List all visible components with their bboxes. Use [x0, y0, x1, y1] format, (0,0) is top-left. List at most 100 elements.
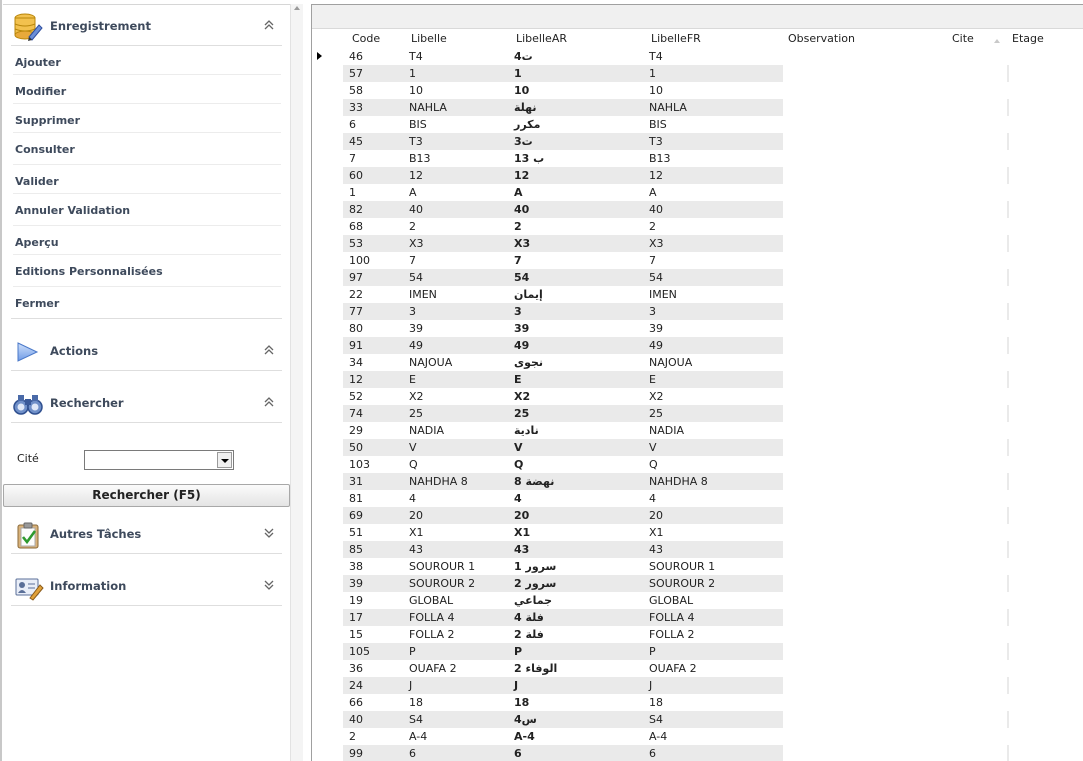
- cell-code[interactable]: 51: [349, 526, 363, 539]
- cell-libelle[interactable]: 1: [409, 67, 416, 80]
- row-indicator[interactable]: [312, 201, 343, 218]
- menu-item-supprimer[interactable]: Supprimer: [15, 114, 80, 127]
- table-row[interactable]: 99 6 6 6: [312, 745, 1083, 761]
- cell-libelle[interactable]: 3: [409, 305, 416, 318]
- row-indicator[interactable]: [312, 82, 343, 99]
- cell-libellear[interactable]: 43: [514, 543, 529, 556]
- cell-code[interactable]: 46: [349, 50, 363, 63]
- cell-libellefr[interactable]: 2: [649, 220, 656, 233]
- cell-libellear[interactable]: ت4: [514, 50, 533, 63]
- cell-libellear[interactable]: 54: [514, 271, 529, 284]
- row-indicator[interactable]: [312, 133, 343, 150]
- cell-libellefr[interactable]: V: [649, 441, 657, 454]
- table-row[interactable]: 69 20 20 20: [312, 507, 1083, 524]
- cell-libelle[interactable]: 18: [409, 696, 423, 709]
- table-row[interactable]: 38 SOUROUR 1 سرور 1 SOUROUR 1: [312, 558, 1083, 575]
- cell-libelle[interactable]: NADIA: [409, 424, 444, 437]
- cell-libelle[interactable]: Q: [409, 458, 418, 471]
- cell-libellear[interactable]: J: [514, 679, 518, 692]
- cell-libellear[interactable]: 20: [514, 509, 529, 522]
- cell-libellear[interactable]: الوفاء 2: [514, 662, 557, 675]
- table-row[interactable]: 33 NAHLA نهلة NAHLA: [312, 99, 1083, 116]
- cell-libellefr[interactable]: NAHLA: [649, 101, 687, 114]
- cell-code[interactable]: 1: [349, 186, 356, 199]
- table-row[interactable]: 82 40 40 40: [312, 201, 1083, 218]
- cell-libelle[interactable]: 40: [409, 203, 423, 216]
- cell-libellear[interactable]: 3: [514, 305, 522, 318]
- cell-code[interactable]: 29: [349, 424, 363, 437]
- cell-code[interactable]: 34: [349, 356, 363, 369]
- cell-libellefr[interactable]: OUAFA 2: [649, 662, 697, 675]
- cell-code[interactable]: 52: [349, 390, 363, 403]
- row-indicator[interactable]: [312, 303, 343, 320]
- cell-libelle[interactable]: J: [409, 679, 412, 692]
- combo-dropdown-button[interactable]: [217, 452, 232, 468]
- row-indicator[interactable]: [312, 626, 343, 643]
- menu-item-consulter[interactable]: Consulter: [15, 143, 75, 156]
- table-row[interactable]: 40 S4 س4 S4: [312, 711, 1083, 728]
- cell-libelle[interactable]: 54: [409, 271, 423, 284]
- cell-libelle[interactable]: NAHLA: [409, 101, 447, 114]
- table-row[interactable]: 68 2 2 2: [312, 218, 1083, 235]
- table-row[interactable]: 2 A-4 A-4 A-4: [312, 728, 1083, 745]
- cell-libellear[interactable]: E: [514, 373, 522, 386]
- cell-libellefr[interactable]: FOLLA 4: [649, 611, 695, 624]
- cell-code[interactable]: 74: [349, 407, 363, 420]
- row-indicator[interactable]: [312, 728, 343, 745]
- table-row[interactable]: 45 T3 ت3 T3: [312, 133, 1083, 150]
- cell-libelle[interactable]: FOLLA 4: [409, 611, 455, 624]
- table-row[interactable]: 58 10 10 10: [312, 82, 1083, 99]
- cell-libelle[interactable]: GLOBAL: [409, 594, 453, 607]
- cell-libellear[interactable]: فلة 2: [514, 628, 544, 641]
- cell-libellear[interactable]: Q: [514, 458, 523, 471]
- table-row[interactable]: 17 FOLLA 4 فلة 4 FOLLA 4: [312, 609, 1083, 626]
- row-indicator[interactable]: [312, 439, 343, 456]
- cell-libellear[interactable]: V: [514, 441, 523, 454]
- row-indicator[interactable]: [312, 320, 343, 337]
- row-indicator[interactable]: [312, 150, 343, 167]
- cell-libelle[interactable]: A: [409, 186, 417, 199]
- cell-code[interactable]: 36: [349, 662, 363, 675]
- cell-libelle[interactable]: T4: [409, 50, 423, 63]
- cell-libelle[interactable]: 4: [409, 492, 416, 505]
- table-row[interactable]: 85 43 43 43: [312, 541, 1083, 558]
- cell-libelle[interactable]: 25: [409, 407, 423, 420]
- row-indicator[interactable]: [312, 609, 343, 626]
- cell-libellear[interactable]: 6: [514, 747, 522, 760]
- cell-libelle[interactable]: E: [409, 373, 416, 386]
- table-row[interactable]: 31 NAHDHA 8 نهضة 8 NAHDHA 8: [312, 473, 1083, 490]
- table-row[interactable]: 60 12 12 12: [312, 167, 1083, 184]
- row-indicator[interactable]: [312, 694, 343, 711]
- cell-libellefr[interactable]: Q: [649, 458, 658, 471]
- row-indicator[interactable]: [312, 354, 343, 371]
- cell-libellefr[interactable]: S4: [649, 713, 663, 726]
- table-row[interactable]: 22 IMEN إيمان IMEN: [312, 286, 1083, 303]
- cell-libellefr[interactable]: 7: [649, 254, 656, 267]
- menu-item-fermer[interactable]: Fermer: [15, 297, 59, 310]
- row-indicator[interactable]: [312, 48, 343, 65]
- cell-code[interactable]: 97: [349, 271, 363, 284]
- cell-libelle[interactable]: 43: [409, 543, 423, 556]
- cell-libellefr[interactable]: X3: [649, 237, 664, 250]
- table-row[interactable]: 97 54 54 54: [312, 269, 1083, 286]
- cell-libellear[interactable]: نهلة: [514, 101, 537, 114]
- cell-libelle[interactable]: 10: [409, 84, 423, 97]
- cell-code[interactable]: 57: [349, 67, 363, 80]
- row-indicator[interactable]: [312, 456, 343, 473]
- table-row[interactable]: 52 X2 X2 X2: [312, 388, 1083, 405]
- table-row[interactable]: 80 39 39 39: [312, 320, 1083, 337]
- cell-libellefr[interactable]: GLOBAL: [649, 594, 693, 607]
- cell-code[interactable]: 19: [349, 594, 363, 607]
- column-header-etage[interactable]: Etage: [1012, 32, 1044, 45]
- column-header-observation[interactable]: Observation: [788, 32, 855, 45]
- row-indicator[interactable]: [312, 116, 343, 133]
- cell-libelle[interactable]: SOUROUR 1: [409, 560, 475, 573]
- cell-libellefr[interactable]: A: [649, 186, 657, 199]
- cell-libellefr[interactable]: NAJOUA: [649, 356, 692, 369]
- cell-libellefr[interactable]: X2: [649, 390, 664, 403]
- cell-code[interactable]: 39: [349, 577, 363, 590]
- chevron-down-double-icon[interactable]: [264, 579, 274, 591]
- section-header-rechercher[interactable]: Rechercher: [3, 384, 290, 420]
- cell-libellefr[interactable]: E: [649, 373, 656, 386]
- cell-libellear[interactable]: فلة 4: [514, 611, 544, 624]
